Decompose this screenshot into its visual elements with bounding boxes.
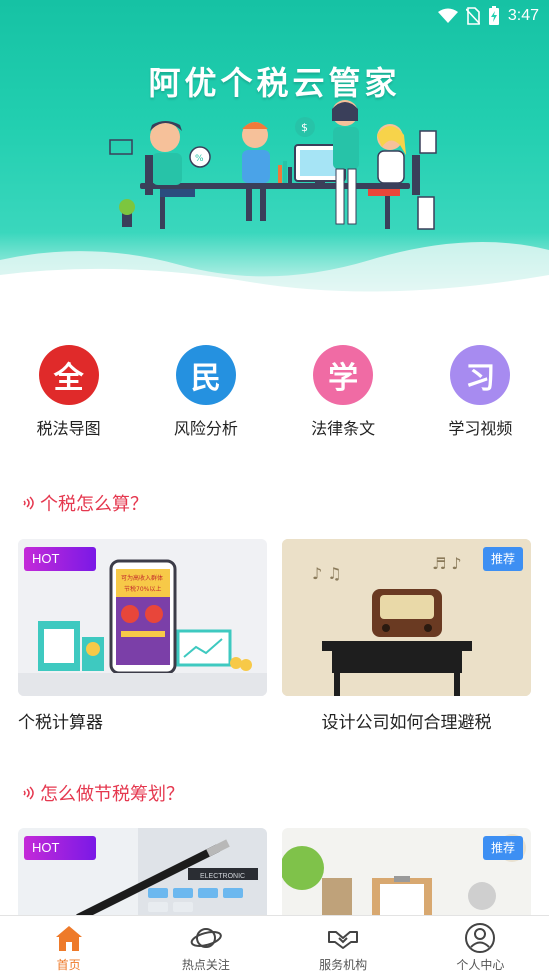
battery-charging-icon	[488, 6, 499, 25]
section-title-tax-planning: 怎么做节税筹划？	[22, 780, 184, 806]
nav-label: 热点关注	[181, 958, 230, 972]
card-design-company-tax[interactable]: ♪ ♫ ♬ ♪ 推荐 设计公司如何合理避税	[282, 539, 531, 733]
section-title-text: 怎么做节税筹划？	[40, 784, 184, 805]
phone-line2: 节税70%以上	[124, 585, 161, 593]
no-sim-icon	[465, 7, 480, 25]
category-icon-min: 民	[175, 345, 236, 405]
section-title-tax-calc: 个税怎么算？	[22, 490, 148, 516]
svg-text:♬ ♪: ♬ ♪	[432, 554, 462, 573]
category-law-articles[interactable]: 学 法律条文	[275, 345, 412, 439]
svg-text:$: $	[301, 121, 308, 134]
svg-text:♪ ♫: ♪ ♫	[312, 564, 342, 583]
category-label: 风险分析	[173, 419, 238, 438]
handshake-icon	[328, 931, 359, 949]
category-icon-quan: 全	[38, 345, 99, 405]
sound-wave-icon	[23, 496, 34, 510]
home-icon	[55, 926, 82, 951]
card-tax-planning-2[interactable]: 推荐	[282, 828, 531, 918]
nav-label: 个人中心	[456, 958, 505, 972]
card-tax-calculator[interactable]: 可为高收入群体 节税70%以上 HOT 个税计算器	[18, 539, 267, 733]
category-grid: 全 税法导图 民 风险分析 学 法律条文 习 学习视频	[0, 345, 549, 439]
banner-wave	[0, 242, 549, 310]
card-tax-planning-1[interactable]: ELECTRONIC HOT	[18, 828, 267, 918]
card-image: ELECTRONIC HOT	[18, 828, 267, 918]
status-time: 3:47	[507, 7, 539, 24]
svg-text:%: %	[195, 154, 204, 164]
nav-home[interactable]: 首页	[0, 916, 137, 977]
card-image: ♪ ♫ ♬ ♪ 推荐	[282, 539, 531, 696]
card-image: 可为高收入群体 节税70%以上 HOT	[18, 539, 267, 696]
wifi-icon	[437, 8, 458, 23]
category-tax-map[interactable]: 全 税法导图	[0, 345, 137, 439]
bottom-nav: 首页 热点关注 服务机构 个人中心	[0, 915, 549, 977]
card-caption: 个税计算器	[18, 713, 103, 733]
category-risk-analysis[interactable]: 民 风险分析	[137, 345, 274, 439]
category-label: 税法导图	[36, 419, 101, 438]
category-label: 学习视频	[448, 419, 513, 438]
category-label: 法律条文	[311, 419, 376, 438]
recommend-badge: 推荐	[483, 547, 523, 571]
card-image: 推荐	[282, 828, 531, 918]
hot-badge: HOT	[24, 836, 96, 860]
nav-service-agencies[interactable]: 服务机构	[275, 916, 412, 977]
category-icon-xue: 学	[313, 345, 374, 405]
nav-label: 首页	[56, 958, 81, 972]
office-illustration: % $	[109, 100, 437, 230]
user-icon	[465, 923, 496, 953]
hot-badge: HOT	[24, 547, 96, 571]
recommend-badge: 推荐	[483, 836, 523, 860]
nav-label: 服务机构	[319, 958, 368, 972]
planet-icon	[190, 928, 222, 948]
header-banner: 3:47 阿优个税云管家 % $	[0, 0, 549, 310]
phone-line1: 可为高收入群体	[121, 574, 163, 582]
sound-wave-icon	[23, 786, 34, 800]
category-study-videos[interactable]: 习 学习视频	[412, 345, 549, 439]
calc-brand: ELECTRONIC	[200, 873, 245, 880]
section-title-text: 个税怎么算？	[40, 494, 148, 515]
category-icon-xi: 习	[450, 345, 511, 405]
card-caption: 设计公司如何合理避税	[321, 713, 492, 733]
nav-hot-topics[interactable]: 热点关注	[137, 916, 274, 977]
status-bar: 3:47	[0, 0, 549, 32]
nav-personal-center[interactable]: 个人中心	[412, 916, 549, 977]
